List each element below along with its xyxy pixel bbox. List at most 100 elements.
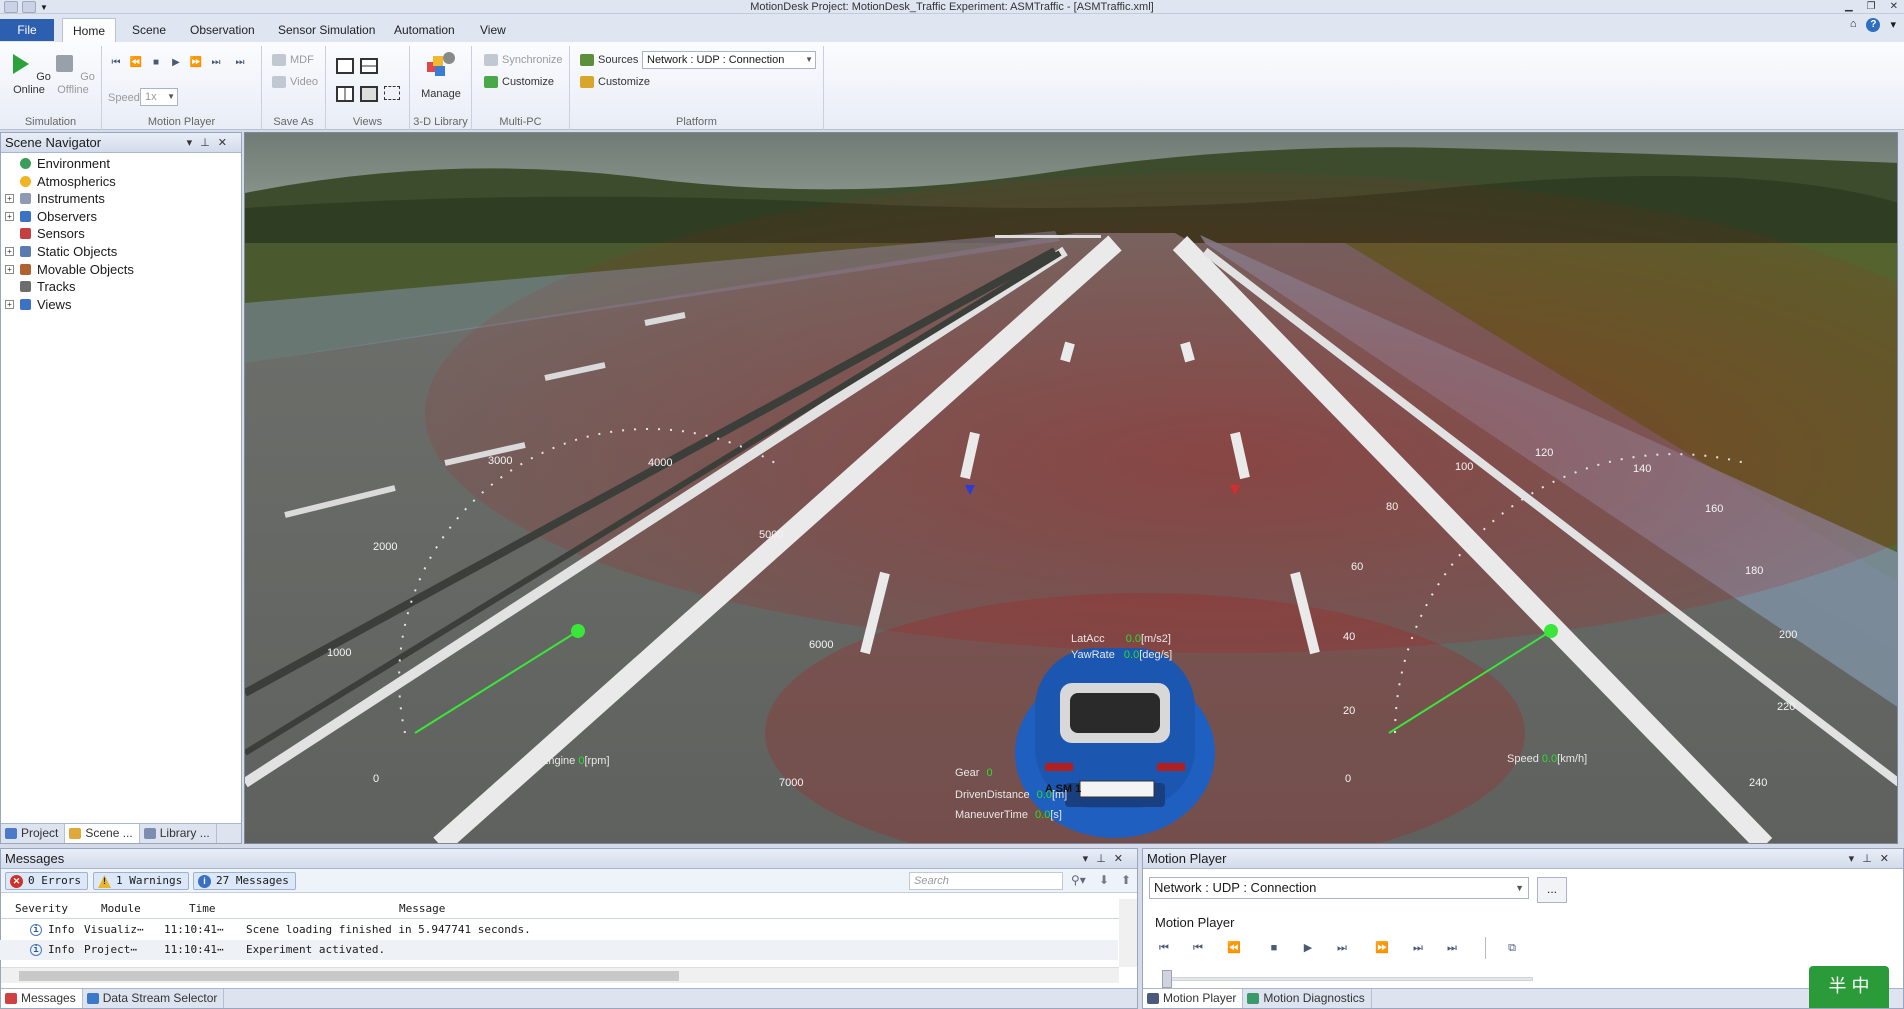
tree-item-environment[interactable]: Environment (1, 155, 241, 173)
go-online-button[interactable]: Go Online (6, 52, 52, 97)
rpm-needle-hub (571, 624, 585, 638)
tab-automation[interactable]: Automation (384, 18, 465, 42)
mdf-label: MDF (290, 54, 314, 66)
multipc-customize-button[interactable]: Customize (484, 74, 554, 90)
sources-button[interactable]: Sources (580, 52, 638, 68)
platform-connection-select[interactable]: Network : UDP : Connection ▼ (642, 51, 816, 69)
tab-library[interactable]: Library ... (140, 824, 217, 843)
play-icon (13, 54, 30, 74)
minimize-icon[interactable]: ▁ (1845, 0, 1853, 14)
split-horizontal-icon[interactable] (360, 58, 378, 74)
expand-icon[interactable]: + (5, 299, 14, 309)
table-row[interactable]: i Info Project⋯ 11:10:41⋯ Experiment act… (0, 940, 1118, 960)
single-view-icon[interactable] (336, 58, 354, 74)
speed-select[interactable]: 1x ▼ (140, 88, 178, 106)
warnings-filter[interactable]: ! 1 Warnings (93, 872, 190, 890)
split-vertical-icon[interactable] (336, 86, 354, 102)
tab-motion-diagnostics[interactable]: Motion Diagnostics (1243, 989, 1372, 1008)
play-icon[interactable]: ▶ (168, 56, 184, 70)
tab-view[interactable]: View (470, 18, 516, 42)
motion-player-connection-select[interactable]: Network : UDP : Connection ▼ (1149, 877, 1529, 899)
go-to-start-icon[interactable]: ⏮ (1155, 939, 1173, 957)
previous-icon[interactable]: ⏮ (1189, 939, 1207, 957)
column-header-time[interactable]: Time (189, 902, 216, 915)
globe-icon (20, 158, 31, 169)
ime-indicator[interactable]: 半 中 (1809, 966, 1889, 1008)
speed-needle-hub (1544, 624, 1558, 638)
stop-icon[interactable]: ■ (148, 56, 164, 70)
quad-view-icon[interactable] (360, 86, 378, 102)
fast-forward-icon[interactable]: ⏩ (1373, 939, 1391, 957)
next-frame-icon[interactable]: ⏭ (1333, 939, 1351, 957)
messages-search-input[interactable]: Search (909, 872, 1063, 890)
expand-icon[interactable]: + (5, 194, 14, 204)
step-forward-icon[interactable]: ⏩ (188, 56, 204, 70)
tab-home[interactable]: Home (62, 18, 117, 42)
collapse-ribbon-icon[interactable]: ⌂ (1850, 18, 1857, 32)
errors-filter[interactable]: ✕ 0 Errors (5, 872, 88, 890)
panel-controls[interactable]: ▾⊥✕ (1849, 849, 1897, 869)
tab-motion-player[interactable]: Motion Player (1143, 989, 1244, 1008)
slider-knob[interactable] (1162, 970, 1172, 988)
maximize-icon[interactable]: ❐ (1867, 0, 1876, 14)
synchronize-button[interactable]: Synchronize (484, 52, 563, 68)
tree-item-atmospherics[interactable]: Atmospherics (1, 173, 241, 191)
help-icon[interactable]: ? (1866, 18, 1881, 32)
video-button[interactable]: Video (272, 74, 318, 90)
table-row[interactable]: i Info Visualiz⋯ 11:10:41⋯ Scene loading… (0, 920, 1118, 940)
static-object-icon (20, 245, 31, 257)
tree-item-instruments[interactable]: + Instruments (1, 190, 241, 208)
arrow-down-icon[interactable]: ⬇ (1099, 873, 1109, 887)
tab-project[interactable]: Project (1, 824, 66, 843)
tab-sensor-simulation[interactable]: Sensor Simulation (268, 18, 385, 42)
3d-viewport[interactable]: 0 1000 2000 3000 4000 5000 6000 7000 0 2… (244, 132, 1898, 844)
expand-icon[interactable]: + (5, 211, 14, 221)
tree-item-movable-objects[interactable]: + Movable Objects (1, 261, 241, 279)
tab-file[interactable]: File (0, 19, 54, 41)
scrollbar-thumb[interactable] (19, 971, 679, 981)
tab-label: Project (21, 826, 59, 840)
motion-player-slider[interactable] (1162, 970, 1533, 988)
tab-scene[interactable]: Scene (122, 18, 176, 42)
go-to-start-icon[interactable]: ⏮ (108, 56, 124, 70)
tab-scene-navigator[interactable]: Scene ... (65, 824, 140, 843)
fullscreen-icon[interactable] (384, 86, 400, 100)
tab-data-stream-selector[interactable]: Data Stream Selector (83, 989, 225, 1008)
connection-settings-button[interactable]: ... (1537, 877, 1567, 903)
tab-messages[interactable]: Messages (1, 989, 83, 1008)
go-offline-button[interactable]: Go Offline (50, 52, 96, 97)
messages-horizontal-scrollbar[interactable] (1, 967, 1119, 983)
column-header-module[interactable]: Module (101, 902, 141, 915)
tree-item-observers[interactable]: + Observers (1, 208, 241, 226)
options-icon[interactable]: ▾ (1890, 18, 1896, 32)
mdf-button[interactable]: MDF (272, 52, 314, 68)
step-back-icon[interactable]: ⏪ (128, 56, 144, 70)
messages-filter[interactable]: i 27 Messages (193, 872, 296, 890)
next-icon[interactable]: ⏭ (208, 56, 224, 70)
arrow-up-icon[interactable]: ⬆ (1121, 873, 1131, 887)
tree-item-views[interactable]: + Views (1, 296, 241, 314)
platform-customize-button[interactable]: Customize (580, 74, 650, 90)
tree-item-sensors[interactable]: Sensors (1, 225, 241, 243)
loop-icon[interactable]: ⧉ (1503, 939, 1521, 957)
panel-controls[interactable]: ▾⊥✕ (187, 133, 235, 153)
column-header-message[interactable]: Message (399, 902, 445, 915)
expand-icon[interactable]: + (5, 246, 14, 256)
go-to-end-icon[interactable]: ⏭ (232, 56, 248, 70)
messages-vertical-scrollbar[interactable] (1119, 899, 1137, 967)
next-icon[interactable]: ⏭ (1409, 939, 1427, 957)
column-header-severity[interactable]: Severity (15, 902, 68, 915)
panel-controls[interactable]: ▾⊥✕ (1083, 849, 1131, 869)
rpm-tick-label: 7000 (779, 777, 804, 789)
rewind-icon[interactable]: ⏪ (1225, 939, 1243, 957)
search-options-icon[interactable]: ⚲▾ (1071, 873, 1086, 887)
close-icon[interactable]: ✕ (1890, 0, 1898, 14)
play-icon[interactable]: ▶ (1299, 939, 1317, 957)
manage-button[interactable]: Manage (414, 50, 468, 101)
stop-icon[interactable]: ■ (1265, 939, 1283, 957)
tab-observation[interactable]: Observation (180, 18, 265, 42)
tree-item-tracks[interactable]: Tracks (1, 278, 241, 296)
go-to-end-icon[interactable]: ⏭ (1443, 939, 1461, 957)
tree-item-static-objects[interactable]: + Static Objects (1, 243, 241, 261)
expand-icon[interactable]: + (5, 264, 14, 274)
